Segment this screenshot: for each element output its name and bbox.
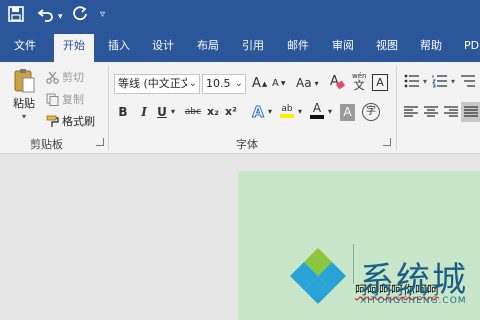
cut-button[interactable]: 剪切 xyxy=(46,69,84,85)
font-group-label: 字体 xyxy=(236,138,258,151)
underline-button[interactable]: U xyxy=(156,102,168,122)
change-case-button[interactable]: Aa ▾ xyxy=(296,76,319,90)
font-launcher-icon[interactable] xyxy=(383,138,391,146)
char-border-glyph: A xyxy=(376,76,384,89)
ribbon-tabs: 文件 开始 插入 设计 布局 引用 邮件 审阅 视图 帮助 PDI xyxy=(0,30,480,62)
align-center-button[interactable] xyxy=(424,106,438,118)
text-effect-dropdown-icon[interactable]: ▾ xyxy=(266,102,274,122)
tab-mailings[interactable]: 邮件 xyxy=(287,39,309,53)
redo-icon[interactable] xyxy=(72,6,88,26)
enclose-char-button[interactable]: 字 xyxy=(362,103,380,121)
font-color-bar xyxy=(310,115,324,119)
scissors-icon xyxy=(46,71,59,84)
justify-icon xyxy=(463,106,478,117)
font-size-value: 10.5 xyxy=(206,77,231,90)
undo-icon[interactable] xyxy=(37,6,54,26)
align-left-icon xyxy=(404,106,418,117)
paste-label: 粘贴 xyxy=(13,97,35,110)
format-painter-icon xyxy=(46,115,59,128)
chevron-down-icon: ⌄ xyxy=(234,78,243,89)
save-icon[interactable] xyxy=(8,6,24,26)
grow-font-glyph: A xyxy=(252,76,261,91)
copy-label: 复制 xyxy=(62,93,84,106)
underline-dropdown-icon[interactable]: ▾ xyxy=(169,102,177,122)
tab-pdf[interactable]: PDI xyxy=(464,39,480,53)
superscript-button[interactable]: x² xyxy=(224,102,238,122)
undo-dropdown-icon[interactable]: ▾ xyxy=(58,9,63,25)
tab-layout[interactable]: 布局 xyxy=(197,39,219,53)
paste-dropdown-icon[interactable]: ▾ xyxy=(22,112,26,121)
char-shading-button[interactable]: A xyxy=(340,104,355,121)
clipboard-group-label: 剪贴板 xyxy=(30,138,63,151)
chevron-down-icon: ▾ xyxy=(314,78,319,88)
shrink-font-button[interactable]: A ▼ xyxy=(272,78,285,89)
tab-home[interactable]: 开始 xyxy=(63,39,85,53)
watermark-text: 系统城 xyxy=(360,260,468,300)
align-center-icon xyxy=(424,106,438,117)
customize-icon[interactable]: ▿ xyxy=(100,7,105,23)
align-right-icon xyxy=(444,106,458,117)
paste-icon xyxy=(14,69,35,93)
font-size-dropdown[interactable]: 10.5 ⌄ xyxy=(202,74,246,94)
paste-button[interactable]: 粘贴 ▾ xyxy=(12,68,36,121)
text-cursor xyxy=(353,244,354,284)
highlight-dropdown-icon[interactable]: ▾ xyxy=(296,102,304,122)
tab-insert[interactable]: 插入 xyxy=(108,39,130,53)
font-color-dropdown-icon[interactable]: ▾ xyxy=(326,102,334,122)
numbering-button[interactable]: ▾ xyxy=(432,74,455,88)
format-painter-label: 格式刷 xyxy=(62,115,95,128)
bold-button[interactable]: B xyxy=(116,102,130,122)
bullets-icon xyxy=(404,74,419,88)
font-color-button[interactable]: A xyxy=(310,102,324,119)
char-border-button[interactable]: A xyxy=(372,74,388,91)
clear-format-button[interactable]: A xyxy=(330,74,345,89)
watermark-logo-icon xyxy=(290,248,346,304)
tab-view[interactable]: 视图 xyxy=(376,39,398,53)
group-separator xyxy=(396,66,397,150)
tab-help[interactable]: 帮助 xyxy=(420,39,442,53)
font-name-value: 等线 (中文正文 xyxy=(118,77,192,90)
grow-arrow-icon: ▲ xyxy=(261,79,268,88)
copy-button[interactable]: 复制 xyxy=(46,91,84,107)
chevron-down-icon: ▾ xyxy=(423,76,428,86)
text-effect-button[interactable]: A xyxy=(250,102,266,122)
chevron-down-icon: ⌄ xyxy=(186,75,197,93)
tab-file[interactable]: 文件 xyxy=(14,39,36,53)
quick-access-toolbar: ▾ ▿ xyxy=(0,0,480,30)
phonetic-char-icon: 文 xyxy=(353,79,365,92)
phonetic-guide-button[interactable]: wén 文 xyxy=(352,72,366,92)
align-left-button[interactable] xyxy=(404,106,418,118)
font-name-dropdown[interactable]: 等线 (中文正文 ⌄ xyxy=(114,74,200,94)
chevron-down-icon: ▾ xyxy=(451,76,456,86)
tab-review[interactable]: 审阅 xyxy=(332,39,354,53)
group-separator xyxy=(108,66,109,150)
numbering-icon xyxy=(432,75,447,88)
highlight-glyph: ab xyxy=(281,104,293,114)
tab-references[interactable]: 引用 xyxy=(242,39,264,53)
multilevel-list-button[interactable] xyxy=(460,74,476,88)
grow-font-button[interactable]: A ▲ xyxy=(252,76,267,91)
highlight-color-bar xyxy=(280,114,294,118)
strikethrough-button[interactable]: abc xyxy=(182,102,204,122)
clipboard-launcher-icon[interactable] xyxy=(96,138,104,146)
copy-icon xyxy=(46,93,59,106)
tab-design[interactable]: 设计 xyxy=(152,39,174,53)
align-right-button[interactable] xyxy=(444,106,458,118)
ribbon: 粘贴 ▾ 剪切 复制 格式刷 剪贴板 等线 (中文正文 ⌄ 10.5 ⌄ A ▲ … xyxy=(0,62,480,154)
cut-label: 剪切 xyxy=(62,71,84,84)
multilevel-list-icon xyxy=(461,75,475,87)
font-color-glyph: A xyxy=(312,101,322,115)
highlight-button[interactable]: ab xyxy=(280,104,294,118)
subscript-button[interactable]: x₂ xyxy=(206,102,220,122)
justify-button[interactable] xyxy=(461,102,480,122)
shrink-font-glyph: A xyxy=(272,78,279,89)
change-case-glyph: Aa xyxy=(296,76,312,90)
format-painter-button[interactable]: 格式刷 xyxy=(46,113,95,129)
shrink-arrow-icon: ▼ xyxy=(280,80,286,87)
italic-button[interactable]: I xyxy=(138,102,150,122)
watermark-subtext: XITONGCHENG.COM xyxy=(360,296,467,306)
bullets-button[interactable]: ▾ xyxy=(404,74,427,88)
